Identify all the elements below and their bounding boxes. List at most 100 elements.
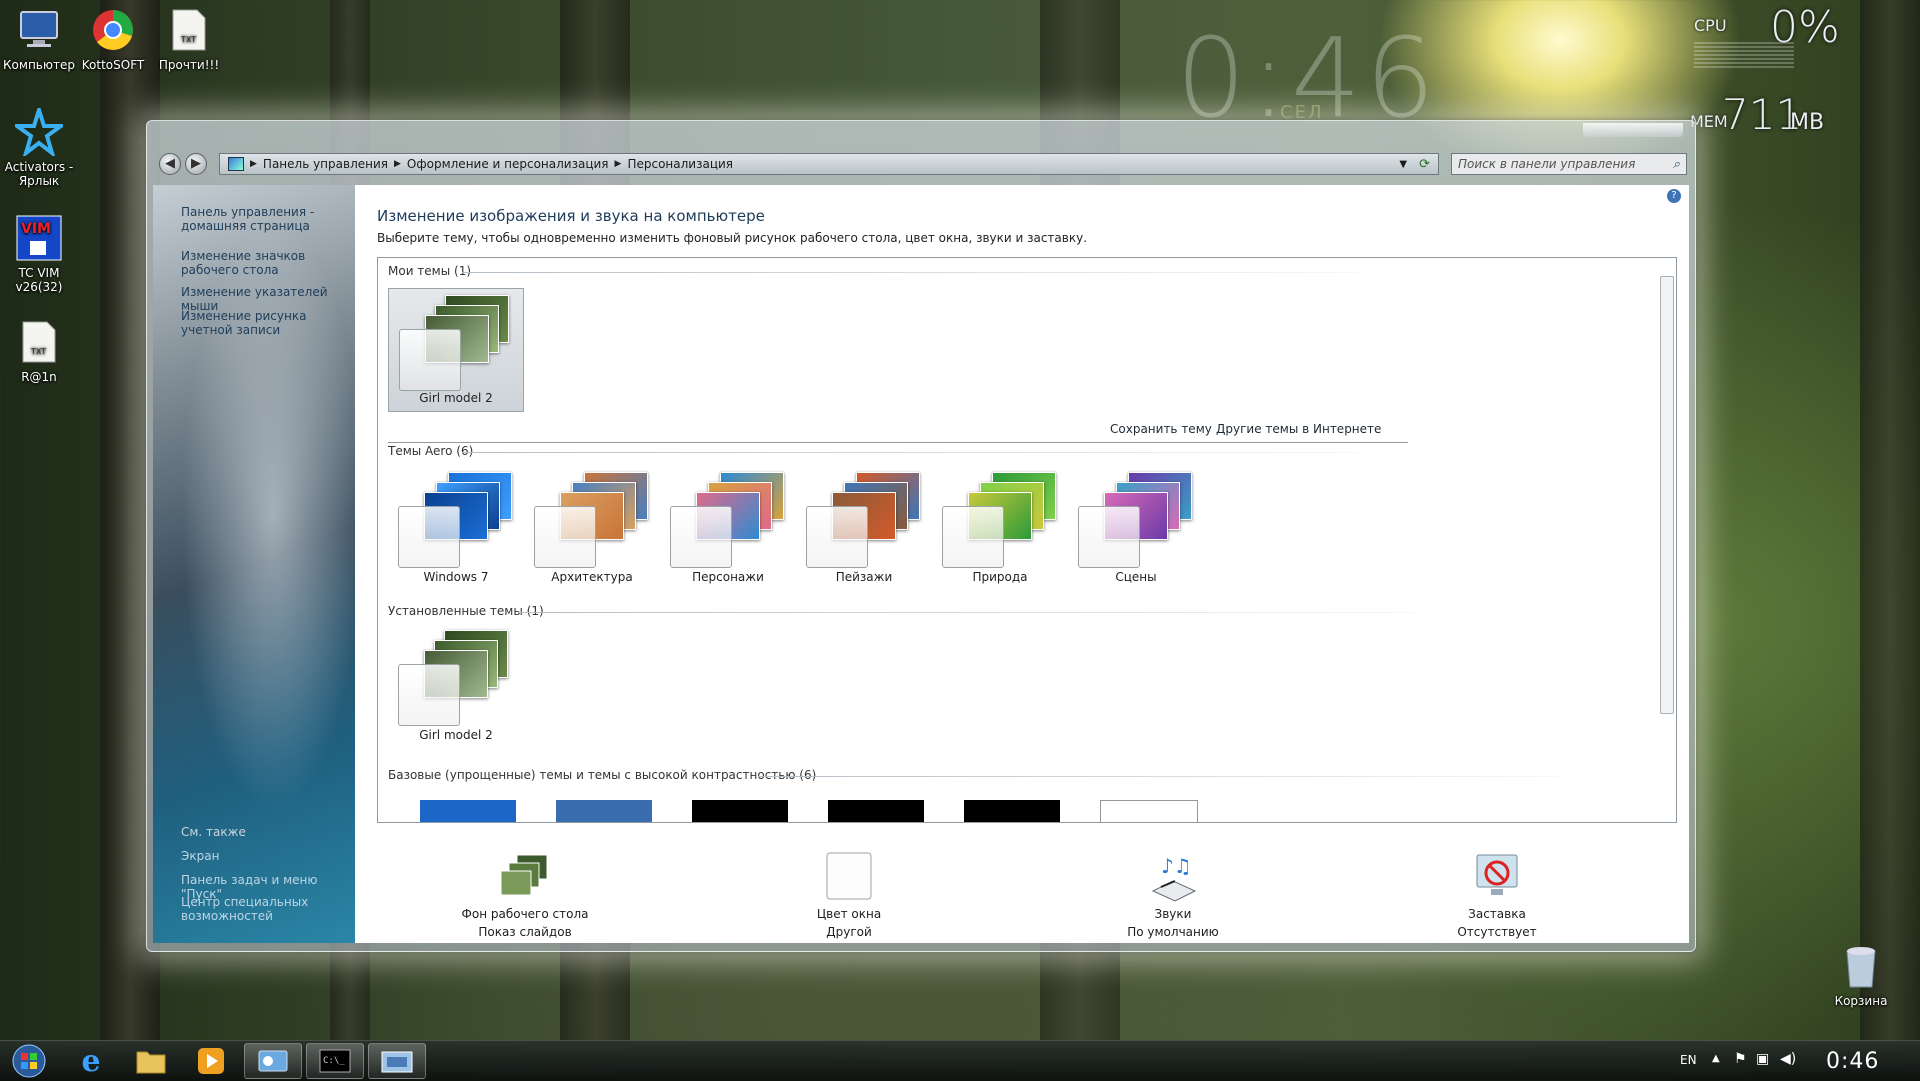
theme-preview (1074, 470, 1198, 568)
see-also-accessibility[interactable]: Центр специальных возможностей (181, 895, 351, 923)
see-also-title: См. также (181, 825, 246, 839)
group-divider (388, 442, 1408, 443)
language-indicator[interactable]: EN (1680, 1053, 1697, 1067)
breadcrumb-separator-icon: ▶ (614, 159, 622, 169)
basic-theme-1[interactable] (420, 800, 516, 822)
search-input[interactable]: Поиск в панели управления ⌕ (1451, 153, 1687, 175)
desktop-icon-recycle-bin[interactable]: Корзина (1822, 942, 1900, 1008)
control-panel-icon (258, 1050, 288, 1072)
theme-preview (530, 470, 654, 568)
taskbar: e C:\_ EN ▲ ⚑ ▣ ◀) 0:46 (0, 1040, 1920, 1081)
main-content: ? Изменение изображения и звука на компь… (355, 185, 1689, 943)
theme-aero-4[interactable]: Пейзажи (796, 466, 932, 590)
theme-list: Мои темы (1) Girl model 2 Сохранить тему… (377, 257, 1677, 823)
theme-list-scrollbar[interactable] (1660, 276, 1674, 714)
internet-explorer-icon: e (81, 1043, 101, 1079)
windows-orb-icon (12, 1044, 46, 1078)
volume-icon[interactable]: ◀) (1780, 1051, 1796, 1067)
desktop-icon-tc-vim[interactable]: VIM TC VIM v26(32) (0, 214, 78, 294)
group-basic-themes: Базовые (упрощенные) темы и темы с высок… (388, 768, 817, 782)
navigation-bar: ◀ ▶ ▶ Панель управления ▶ Оформление и п… (155, 151, 1687, 177)
group-divider (758, 776, 1558, 777)
media-player-button[interactable] (182, 1043, 240, 1079)
media-player-icon (198, 1048, 224, 1074)
theme-girl-model-2[interactable]: Girl model 2 (388, 288, 524, 412)
theme-preview (666, 470, 790, 568)
window-color-icon (823, 851, 875, 903)
show-hidden-icons-icon[interactable]: ▲ (1712, 1053, 1720, 1064)
address-dropdown-icon[interactable]: ▼ (1399, 159, 1407, 170)
recycle-bin-icon (1837, 942, 1885, 990)
sidebar-link-home[interactable]: Панель управления - домашняя страница (181, 205, 351, 233)
sidebar: Панель управления - домашняя страница Из… (153, 185, 355, 943)
address-bar[interactable]: ▶ Панель управления ▶ Оформление и персо… (219, 153, 1439, 175)
basic-theme-5[interactable] (964, 800, 1060, 822)
tc-vim-icon: VIM (15, 214, 63, 262)
desktop-icon-computer[interactable]: Компьютер (0, 6, 78, 72)
help-icon[interactable]: ? (1667, 189, 1681, 203)
start-button[interactable] (0, 1043, 58, 1079)
basic-theme-3[interactable] (692, 800, 788, 822)
svg-text:TXT: TXT (180, 35, 196, 44)
breadcrumb-control-panel[interactable]: Панель управления (263, 157, 388, 171)
theme-aero-2[interactable]: Архитектура (524, 466, 660, 590)
theme-installed-girl-model-2[interactable]: Girl model 2 (388, 624, 524, 748)
cmd-taskbar-button[interactable]: C:\_ (306, 1043, 364, 1079)
back-button[interactable]: ◀ (159, 153, 181, 175)
theme-preview (394, 628, 518, 726)
breadcrumb-personalization[interactable]: Персонализация (627, 157, 733, 171)
sidebar-link-account-picture[interactable]: Изменение рисунка учетной записи (181, 309, 351, 337)
text-file-icon: TXT (15, 318, 63, 366)
sounds-icon: ♪♫ (1147, 851, 1199, 903)
taskbar-clock[interactable]: 0:46 (1826, 1049, 1879, 1074)
group-divider (462, 272, 1362, 273)
group-my-themes: Мои темы (1) (388, 264, 472, 278)
cpu-gadget-meter (1694, 40, 1794, 68)
theme-aero-5[interactable]: Природа (932, 466, 1068, 590)
activators-icon (15, 108, 63, 156)
personalization-taskbar-button[interactable] (368, 1043, 426, 1079)
folder-icon (136, 1051, 166, 1074)
basic-theme-4[interactable] (828, 800, 924, 822)
basic-theme-2[interactable] (556, 800, 652, 822)
theme-aero-3[interactable]: Персонажи (660, 466, 796, 590)
desktop-icon-rain[interactable]: TXT R@1n (0, 318, 78, 384)
mem-gadget-unit: MB (1790, 110, 1825, 135)
sounds-setting[interactable]: ♪♫ Звуки По умолчанию (1083, 851, 1263, 939)
personalization-window: ◀ ▶ ▶ Панель управления ▶ Оформление и п… (146, 120, 1696, 952)
window-controls[interactable] (1583, 123, 1683, 137)
save-theme-link[interactable]: Сохранить тему (1110, 422, 1212, 436)
breadcrumb-separator-icon: ▶ (394, 159, 401, 169)
control-panel-taskbar-button[interactable] (244, 1043, 302, 1079)
computer-icon (15, 6, 63, 54)
theme-preview (802, 470, 926, 568)
action-center-flag-icon[interactable]: ⚑ (1734, 1051, 1747, 1067)
search-icon[interactable]: ⌕ (1673, 157, 1680, 172)
page-title: Изменение изображения и звука на компьют… (377, 207, 765, 225)
see-also-display[interactable]: Экран (181, 849, 351, 863)
network-icon[interactable]: ▣ (1756, 1051, 1769, 1067)
internet-explorer-button[interactable]: e (62, 1043, 120, 1079)
theme-aero-1[interactable]: Windows 7 (388, 466, 524, 590)
forward-button[interactable]: ▶ (185, 153, 207, 175)
desktop-icon-readme[interactable]: TXT Прочти!!! (150, 6, 228, 72)
group-installed-themes: Установленные темы (1) (388, 604, 544, 618)
desktop-background-icon (499, 851, 551, 903)
desktop-icon-activators[interactable]: Activators - Ярлык (0, 108, 78, 188)
desktop-background-setting[interactable]: Фон рабочего стола Показ слайдов (435, 851, 615, 939)
window-color-setting[interactable]: Цвет окна Другой (759, 851, 939, 939)
basic-theme-6[interactable] (1100, 800, 1198, 822)
theme-aero-6[interactable]: Сцены (1068, 466, 1204, 590)
desktop-icon-kottosoft[interactable]: KottoSOFT (74, 6, 152, 72)
theme-preview (395, 293, 519, 391)
breadcrumb-appearance[interactable]: Оформление и персонализация (407, 157, 609, 171)
refresh-icon[interactable]: ⟳ (1419, 157, 1430, 172)
screensaver-icon (1471, 851, 1523, 903)
text-file-icon: TXT (165, 6, 213, 54)
screensaver-setting[interactable]: Заставка Отсутствует (1407, 851, 1587, 939)
theme-preview (938, 470, 1062, 568)
svg-text:C:\_: C:\_ (323, 1056, 345, 1066)
explorer-button[interactable] (122, 1043, 180, 1079)
online-themes-link[interactable]: Другие темы в Интернете (1216, 422, 1381, 436)
sidebar-link-desktop-icons[interactable]: Изменение значков рабочего стола (181, 249, 351, 277)
